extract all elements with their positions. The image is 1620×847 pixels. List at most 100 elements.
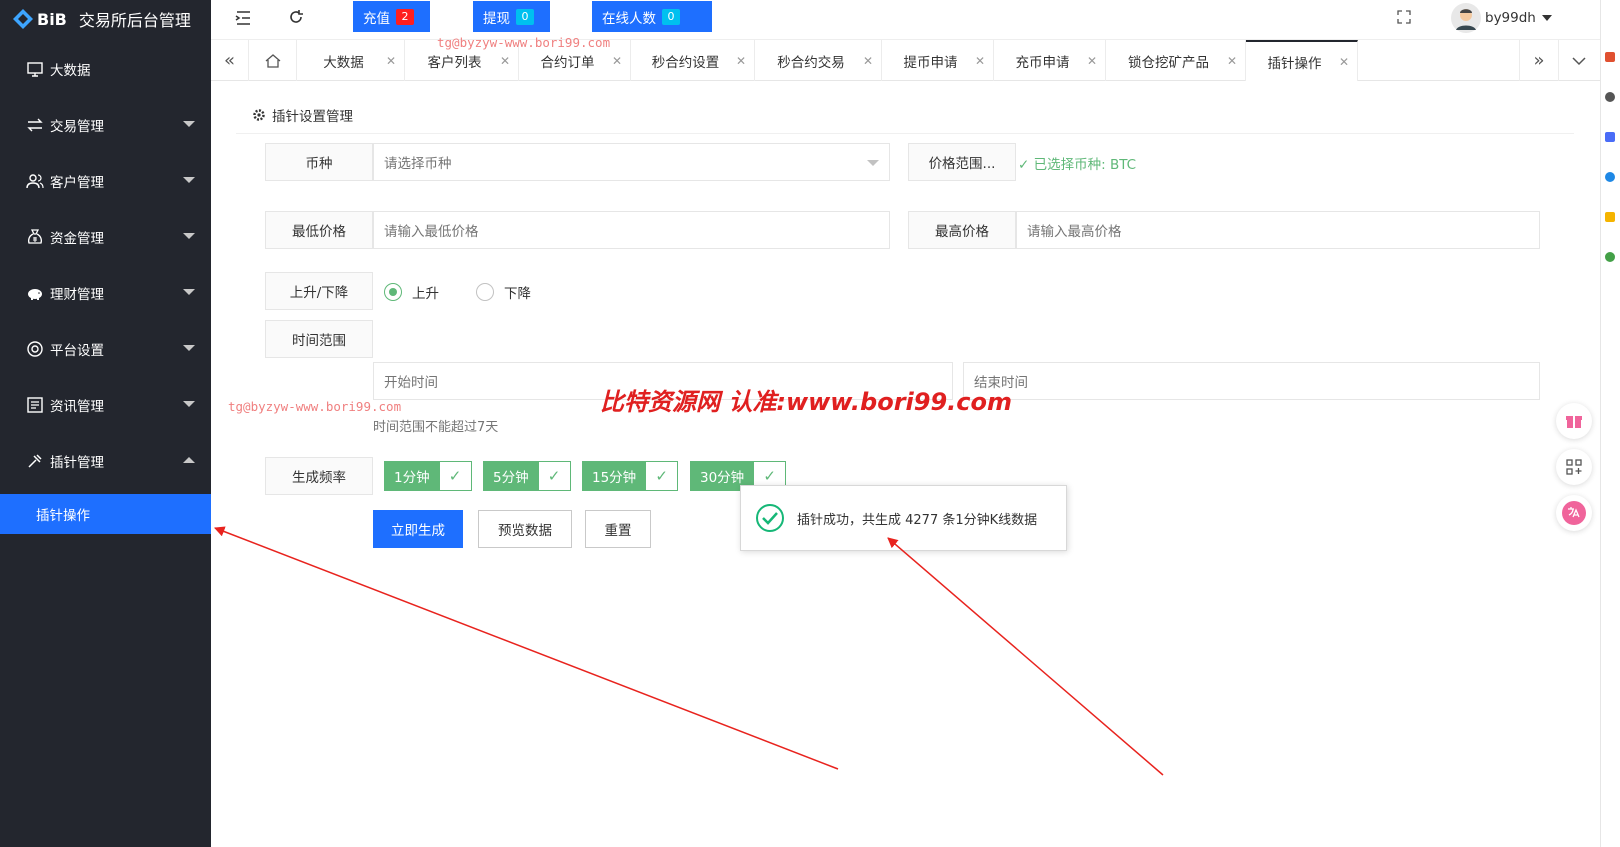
chevron-down-icon bbox=[1541, 15, 1552, 21]
time-range-label: 时间范围 bbox=[265, 320, 373, 358]
sidebar: BiB 交易所后台管理 大数据 交易管理 客户管理 资金管理 理财管理 平台设置… bbox=[0, 0, 211, 847]
tab-second-contract-settings[interactable]: 秒合约设置 ✕ bbox=[631, 40, 755, 81]
logo-icon bbox=[13, 9, 33, 29]
logo[interactable]: BiB 交易所后台管理 bbox=[0, 0, 211, 38]
close-icon[interactable]: ✕ bbox=[975, 54, 985, 68]
sidebar-item-platform[interactable]: 平台设置 bbox=[0, 321, 211, 377]
online-users-button[interactable]: 在线人数 0 bbox=[592, 1, 712, 32]
refresh-icon[interactable] bbox=[288, 9, 304, 25]
reset-button[interactable]: 重置 bbox=[585, 510, 651, 548]
browser-side-strip bbox=[1600, 0, 1620, 847]
coin-select-placeholder: 请选择币种 bbox=[384, 156, 452, 172]
max-price-input[interactable]: 请输入最高价格 bbox=[1016, 211, 1540, 249]
extension-icon[interactable] bbox=[1605, 172, 1615, 182]
min-price-input[interactable]: 请输入最低价格 bbox=[373, 211, 890, 249]
close-icon[interactable]: ✕ bbox=[1227, 54, 1237, 68]
chevron-up-icon bbox=[183, 457, 195, 463]
withdraw-button[interactable]: 提现 0 bbox=[473, 1, 550, 32]
withdraw-label: 提现 bbox=[483, 10, 510, 27]
chevron-down-icon bbox=[183, 177, 195, 183]
coin-label: 币种 bbox=[265, 143, 373, 181]
direction-up-radio[interactable]: 上升 bbox=[384, 282, 439, 302]
chevron-down-icon bbox=[1572, 56, 1586, 65]
sidebar-item-news[interactable]: 资讯管理 bbox=[0, 377, 211, 433]
close-icon[interactable]: ✕ bbox=[500, 54, 510, 68]
close-icon[interactable]: ✕ bbox=[1339, 55, 1349, 69]
sidebar-item-pin[interactable]: 插针管理 bbox=[0, 433, 211, 489]
double-chevron-left-icon: « bbox=[223, 50, 235, 71]
tab-deposit-requests[interactable]: 充币申请 ✕ bbox=[994, 40, 1106, 81]
tab-withdraw-requests[interactable]: 提币申请 ✕ bbox=[882, 40, 994, 81]
close-icon[interactable]: ✕ bbox=[863, 54, 873, 68]
tabs-menu-button[interactable] bbox=[1559, 40, 1599, 81]
menu-toggle-icon[interactable] bbox=[235, 11, 251, 25]
extension-icon[interactable] bbox=[1605, 132, 1615, 142]
app-title: 交易所后台管理 bbox=[78, 11, 191, 30]
tab-bar: « 大数据 ✕ 客户列表 ✕ 合约订单 ✕ 秒合约设置 ✕ 秒合约交易 ✕ 提币申请 ✕ 充… bbox=[211, 40, 1600, 81]
radio-unchecked-icon bbox=[476, 283, 494, 301]
sidebar-item-label: 大数据 bbox=[50, 63, 91, 79]
coin-select[interactable]: 请选择币种 bbox=[373, 143, 890, 181]
tab-label: 秒合约交易 bbox=[777, 54, 845, 71]
sidebar-item-trade[interactable]: 交易管理 bbox=[0, 97, 211, 153]
sidebar-item-bigdata[interactable]: 大数据 bbox=[0, 41, 211, 97]
username: by99dh bbox=[1485, 10, 1536, 26]
translate-float-button[interactable] bbox=[1556, 495, 1592, 531]
extension-icon[interactable] bbox=[1605, 252, 1615, 262]
tab-label: 大数据 bbox=[323, 54, 364, 71]
gift-float-button[interactable] bbox=[1556, 403, 1592, 439]
tab-bigdata[interactable]: 大数据 ✕ bbox=[297, 40, 405, 81]
close-icon[interactable]: ✕ bbox=[736, 54, 746, 68]
grid-plus-icon bbox=[1566, 459, 1582, 475]
tab-lock-mining[interactable]: 锁仓挖矿产品 ✕ bbox=[1106, 40, 1246, 81]
preview-button[interactable]: 预览数据 bbox=[478, 510, 572, 548]
exchange-icon bbox=[27, 118, 43, 132]
news-icon bbox=[27, 397, 43, 413]
sidebar-subitem-pin-operation[interactable]: 插针操作 bbox=[0, 494, 211, 534]
tab-pin-operation[interactable]: 插针操作 ✕ bbox=[1246, 40, 1358, 81]
freq-15min-checkbox[interactable]: 15分钟 ✓ bbox=[582, 461, 679, 491]
freq-1min-checkbox[interactable]: 1分钟 ✓ bbox=[384, 461, 472, 491]
sidebar-item-customers[interactable]: 客户管理 bbox=[0, 153, 211, 209]
double-chevron-right-icon: » bbox=[1533, 50, 1545, 71]
tab-home[interactable] bbox=[249, 40, 297, 81]
annotation-arrow bbox=[887, 537, 1164, 776]
translate-icon bbox=[1562, 501, 1586, 525]
radio-checked-icon bbox=[384, 283, 402, 301]
end-time-input[interactable]: 结束时间 bbox=[963, 362, 1540, 400]
close-icon[interactable]: ✕ bbox=[386, 54, 396, 68]
apps-float-button[interactable] bbox=[1556, 449, 1592, 485]
direction-down-radio[interactable]: 下降 bbox=[476, 282, 531, 302]
fullscreen-icon[interactable] bbox=[1397, 10, 1411, 24]
tabs-scroll-left-button[interactable]: « bbox=[211, 40, 249, 81]
monitor-icon bbox=[27, 62, 43, 77]
panel-header: 插针设置管理 bbox=[236, 96, 1574, 134]
tabs-scroll-right-button[interactable]: » bbox=[1519, 40, 1559, 81]
moneybag-icon bbox=[27, 229, 43, 244]
generate-button[interactable]: 立即生成 bbox=[373, 510, 463, 548]
freq-5min-checkbox[interactable]: 5分钟 ✓ bbox=[483, 461, 571, 491]
settings-circle-icon bbox=[27, 341, 43, 357]
extension-icon[interactable] bbox=[1605, 52, 1615, 62]
recharge-button[interactable]: 充值 2 bbox=[353, 1, 430, 32]
recharge-label: 充值 bbox=[363, 10, 390, 27]
sidebar-item-funds[interactable]: 资金管理 bbox=[0, 209, 211, 265]
chevron-down-icon bbox=[183, 401, 195, 407]
annotation-arrow bbox=[214, 526, 839, 770]
sidebar-item-label: 理财管理 bbox=[50, 287, 104, 303]
start-time-placeholder: 开始时间 bbox=[384, 375, 438, 391]
user-menu[interactable]: by99dh bbox=[1451, 2, 1552, 34]
close-icon[interactable]: ✕ bbox=[1087, 54, 1097, 68]
tab-second-contract-trading[interactable]: 秒合约交易 ✕ bbox=[755, 40, 882, 81]
sidebar-item-finance[interactable]: 理财管理 bbox=[0, 265, 211, 321]
extension-icon[interactable] bbox=[1605, 212, 1615, 222]
close-icon[interactable]: ✕ bbox=[612, 54, 622, 68]
check-icon: ✓ bbox=[538, 461, 571, 491]
watermark-banner: 比特资源网 认准:www.bori99.com bbox=[600, 388, 1013, 416]
users-icon bbox=[26, 174, 44, 189]
extension-icon[interactable] bbox=[1605, 92, 1615, 102]
chevron-down-icon bbox=[183, 345, 195, 351]
check-icon: ✓ bbox=[646, 461, 679, 491]
tab-label: 锁仓挖矿产品 bbox=[1128, 54, 1209, 71]
pin-icon bbox=[28, 454, 42, 468]
